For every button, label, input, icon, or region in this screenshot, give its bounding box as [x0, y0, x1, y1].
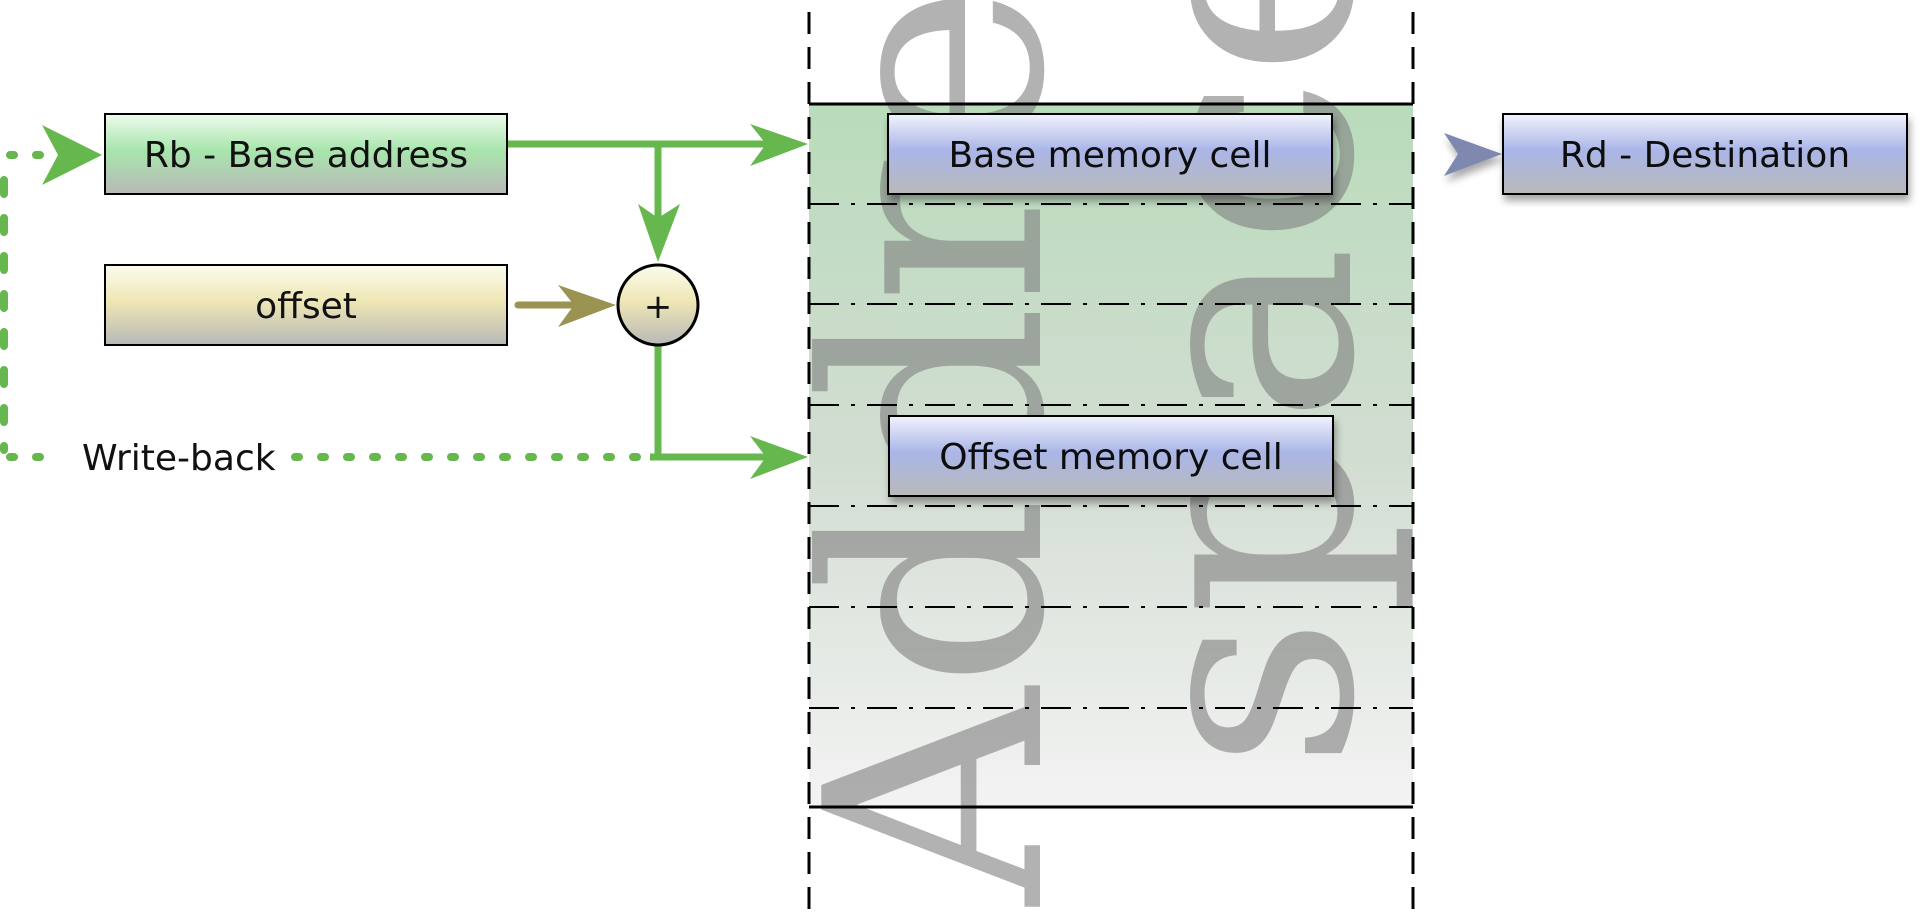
offset-memory-cell-label: Offset memory cell	[939, 437, 1282, 478]
load-store-diagram: Address space Write-back +	[0, 0, 1908, 912]
register-offset-label: offset	[255, 286, 357, 327]
register-rb-label: Rb - Base address	[144, 135, 468, 176]
register-rd: Rd - Destination	[1502, 113, 1908, 195]
writeback-label: Write-back	[82, 438, 276, 479]
register-offset: offset	[104, 264, 508, 346]
offset-memory-cell: Offset memory cell	[888, 415, 1334, 497]
adder: +	[616, 263, 700, 347]
adder-symbol: +	[644, 287, 673, 327]
base-memory-cell: Base memory cell	[887, 113, 1333, 195]
base-memory-cell-label: Base memory cell	[949, 135, 1272, 176]
register-rb: Rb - Base address	[104, 113, 508, 195]
writeback-arrow-head	[42, 125, 102, 185]
register-rd-label: Rd - Destination	[1560, 135, 1850, 176]
